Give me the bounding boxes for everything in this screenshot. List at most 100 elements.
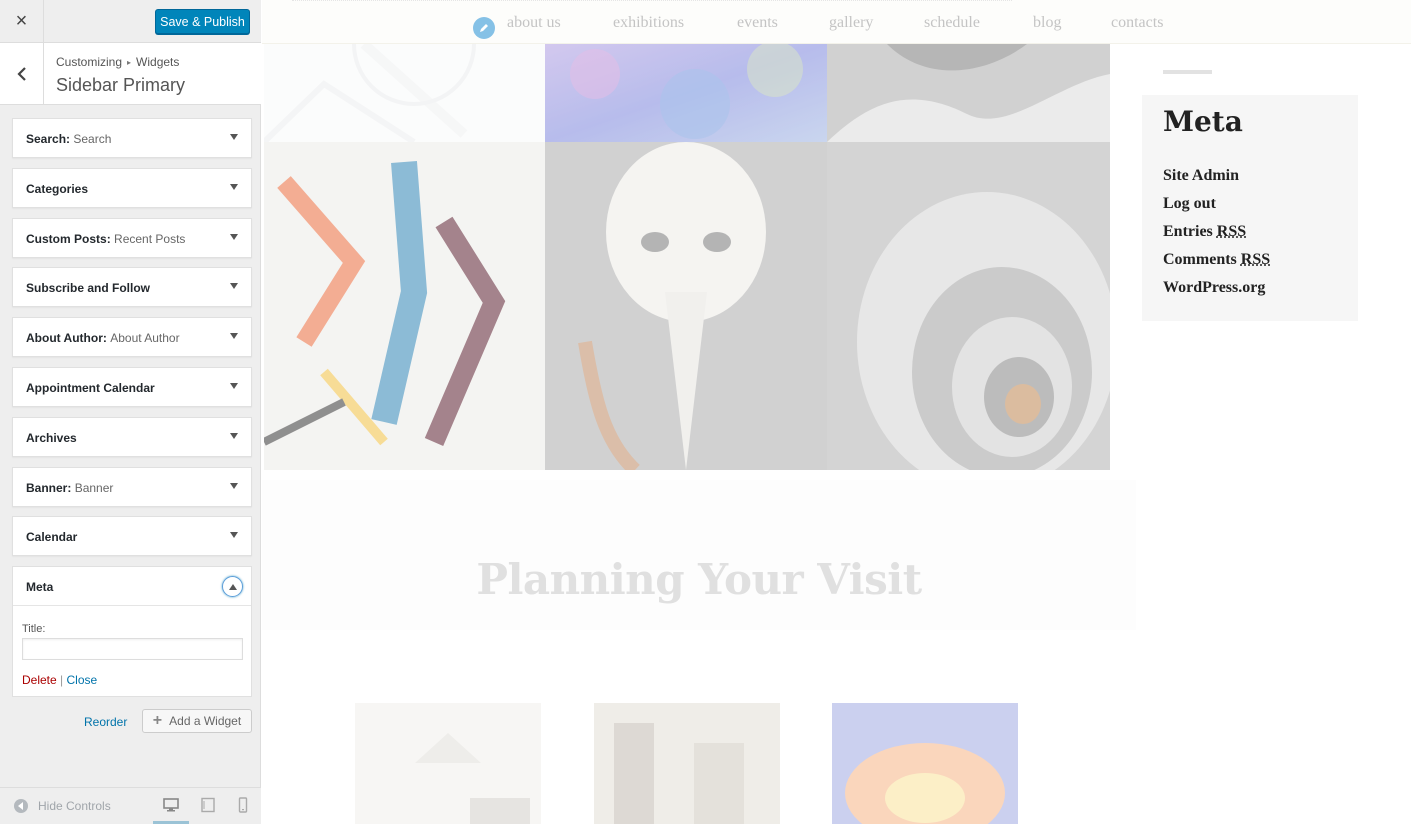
customizer-footer: Hide Controls <box>0 787 261 824</box>
widget-item[interactable]: About Author: About Author <box>12 317 252 358</box>
widget-title-main: Banner <box>26 480 68 495</box>
desktop-icon[interactable] <box>162 797 182 815</box>
widget-title: Appointment Calendar <box>26 381 155 395</box>
gallery-image-plague-mask[interactable] <box>545 142 827 470</box>
meta-link[interactable]: Comments RSS <box>1163 251 1270 279</box>
widget-item[interactable]: Calendar <box>12 516 252 557</box>
widget-title: Search: Search <box>26 132 111 146</box>
gallery-image-sculpture[interactable] <box>827 44 1110 142</box>
meta-link-text: Entries <box>1163 223 1217 240</box>
planning-heading: Planning Your Visit <box>476 555 922 604</box>
widget-title: Banner: Banner <box>26 481 113 495</box>
breadcrumb: Customizing ▸ Widgets <box>56 55 179 69</box>
nav-link[interactable]: contacts <box>1111 14 1163 32</box>
widget-title-main: Search <box>26 132 67 146</box>
meta-link-text: Site Admin <box>1163 167 1240 184</box>
card-image-ruins[interactable] <box>594 703 780 824</box>
widget-title-colon: : <box>67 480 75 495</box>
add-widget-label: Add a Widget <box>169 714 242 728</box>
gallery-image-architecture[interactable] <box>264 44 545 142</box>
widget-title-main: Custom Posts <box>26 231 107 246</box>
widget-title: Subscribe and Follow <box>26 281 150 295</box>
back-button[interactable] <box>0 43 44 105</box>
delete-widget-link[interactable]: Delete <box>22 673 57 687</box>
arrow-down-icon[interactable] <box>230 283 238 290</box>
breadcrumb-root: Customizing <box>56 55 123 69</box>
nav-link[interactable]: about us <box>507 14 561 32</box>
customizer-panel: × Save & Publish Customizing ▸ Widgets Sid… <box>0 0 261 824</box>
widget-item[interactable]: Custom Posts: Recent Posts <box>12 217 252 258</box>
site-preview: about us exhibitions events gallery schedule… <box>262 0 1411 824</box>
nav-link[interactable]: gallery <box>829 14 873 32</box>
mobile-icon[interactable] <box>236 797 256 815</box>
widget-collapse-toggle[interactable] <box>222 576 243 597</box>
save-publish-button[interactable]: Save & Publish <box>155 9 250 34</box>
tablet-icon[interactable] <box>199 797 219 815</box>
widget-title-main: Categories <box>26 181 89 196</box>
widget-title-colon: : <box>106 231 115 246</box>
gallery-image-abstract-painting[interactable] <box>264 142 545 470</box>
arrow-down-icon[interactable] <box>230 233 238 240</box>
gallery-image-flowers[interactable] <box>545 44 827 142</box>
close-icon: × <box>15 10 28 32</box>
hide-controls-label: Hide Controls <box>38 799 111 813</box>
card-image-lamp[interactable] <box>355 703 541 824</box>
widget-title-main: Archives <box>26 430 77 445</box>
meta-link-text: Log out <box>1163 195 1216 212</box>
nav-link[interactable]: schedule <box>924 14 980 32</box>
sidebar-divider <box>1163 70 1212 74</box>
meta-link-abbr: RSS <box>1216 223 1247 240</box>
reorder-link[interactable]: Reorder <box>84 715 127 729</box>
card-image-fire[interactable] <box>832 703 1018 824</box>
widget-meta-header[interactable]: Meta <box>13 567 251 606</box>
close-customizer-button[interactable]: × <box>0 0 44 43</box>
close-widget-link[interactable]: Close <box>67 673 98 687</box>
nav-top-border <box>292 0 1012 1</box>
widget-item[interactable]: Subscribe and Follow <box>12 267 252 308</box>
add-widget-button[interactable]: + Add a Widget <box>142 709 252 733</box>
widget-item[interactable]: Banner: Banner <box>12 466 252 507</box>
widget-item[interactable]: Search: Search <box>12 118 252 158</box>
arrow-down-icon[interactable] <box>230 482 238 489</box>
hide-controls-button[interactable]: Hide Controls <box>14 799 111 813</box>
widget-item[interactable]: Categories <box>12 167 252 208</box>
arrow-down-icon[interactable] <box>230 432 238 439</box>
title-field-label: Title: <box>22 623 46 635</box>
widget-actions: Delete | Close <box>22 673 97 687</box>
widget-meta-title: Meta <box>26 580 54 594</box>
meta-link[interactable]: WordPress.org <box>1163 279 1270 307</box>
arrow-down-icon[interactable] <box>230 333 238 340</box>
nav-link[interactable]: events <box>737 14 778 32</box>
widget-title: Categories <box>26 182 88 196</box>
meta-sidebar-widget: Meta Site Admin Log out Entries RSS Comment… <box>1142 95 1358 321</box>
gallery-image-spiral-staircase[interactable] <box>827 142 1110 470</box>
edit-shortcut-pencil-icon[interactable] <box>473 17 495 39</box>
widget-title: Calendar <box>26 530 77 544</box>
arrow-down-icon[interactable] <box>230 134 238 140</box>
widget-title-main: About Author <box>26 331 103 346</box>
widget-item[interactable]: Appointment Calendar <box>12 367 252 407</box>
meta-link-text: Comments <box>1163 251 1241 268</box>
breadcrumb-parent: Widgets <box>136 55 180 69</box>
meta-link[interactable]: Log out <box>1163 195 1270 223</box>
meta-link-text: WordPress.org <box>1163 279 1266 296</box>
meta-link-abbr: RSS <box>1240 251 1271 268</box>
arrow-up-icon <box>228 583 237 590</box>
arrow-down-icon[interactable] <box>230 383 238 389</box>
title-field[interactable] <box>22 638 243 660</box>
arrow-down-icon[interactable] <box>230 532 238 539</box>
customizer-header: × Save & Publish <box>0 0 261 43</box>
arrow-down-icon[interactable] <box>230 183 238 190</box>
section-title: Sidebar Primary <box>56 75 186 95</box>
widget-title-sub: Recent Posts <box>114 231 186 246</box>
meta-link[interactable]: Entries RSS <box>1163 223 1270 251</box>
widget-title-sub: Search <box>73 132 112 146</box>
section-header: Customizing ▸ Widgets Sidebar Primary <box>0 43 261 105</box>
meta-widget-title: Meta <box>1163 105 1243 138</box>
nav-link[interactable]: exhibitions <box>613 14 684 32</box>
widget-item[interactable]: Archives <box>12 416 252 457</box>
meta-link[interactable]: Site Admin <box>1163 167 1270 195</box>
widget-title: About Author: About Author <box>26 331 180 345</box>
widget-title: Custom Posts: Recent Posts <box>26 232 185 246</box>
nav-link[interactable]: blog <box>1033 14 1061 32</box>
